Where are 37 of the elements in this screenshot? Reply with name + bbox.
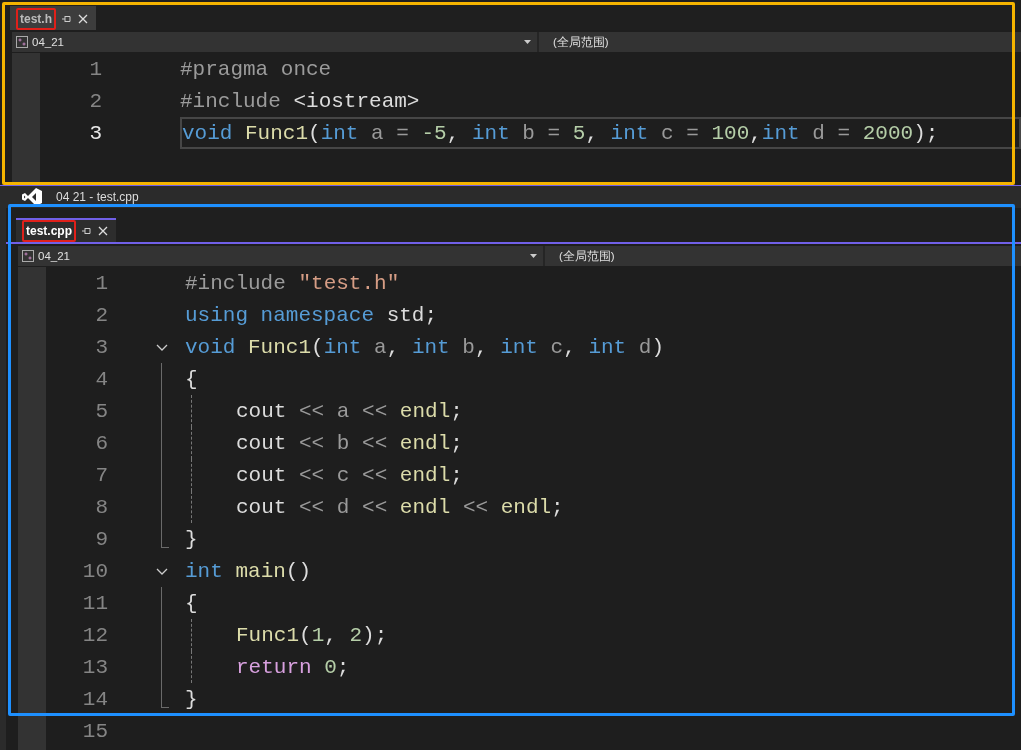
code-line: #pragma once (180, 57, 332, 81)
close-icon[interactable] (78, 14, 88, 24)
code-line: using namespace std; (185, 303, 438, 327)
code-line: cout << c << endl; (236, 463, 463, 487)
pin-icon[interactable] (62, 15, 72, 23)
project-name: 04_21 (32, 36, 64, 48)
scope-dropdown[interactable]: (全局范围) (539, 32, 609, 52)
editor-tab[interactable]: test.h (10, 6, 96, 30)
code-line: Func1(1, 2); (236, 623, 388, 647)
tab-label: test.cpp (22, 220, 76, 242)
code-line: { (185, 367, 198, 391)
project-icon (22, 250, 34, 262)
code-line: cout << b << endl; (236, 431, 463, 455)
code-line: return 0; (236, 655, 350, 679)
code-line: #include <iostream> (180, 89, 420, 113)
project-name: 04_21 (38, 250, 70, 262)
code-line: { (185, 591, 198, 615)
code-line: int main() (185, 559, 312, 583)
code-line: void Func1(int a = -5, int b = 5, int c = 100,int d = 2000); (182, 121, 939, 145)
project-icon (16, 36, 28, 48)
window-title: 04 21 - test.cpp (56, 190, 139, 204)
code-line: void Func1(int a, int b, int c, int d) (185, 335, 665, 359)
caret-icon (530, 254, 537, 258)
close-icon[interactable] (98, 226, 108, 236)
editor-tab[interactable]: test.cpp (16, 218, 116, 242)
pin-icon[interactable] (82, 227, 92, 235)
code-line: } (185, 687, 198, 711)
code-line: } (185, 527, 198, 551)
code-line: cout << d << endl << endl; (236, 495, 564, 519)
logo-icon (22, 188, 42, 206)
caret-icon (524, 40, 531, 44)
code-line: #include "test.h" (185, 271, 400, 295)
code-line: cout << a << endl; (236, 399, 463, 423)
scope-dropdown[interactable]: (全局范围) (545, 246, 615, 266)
tab-label: test.h (16, 8, 56, 30)
collapse-icon[interactable] (156, 344, 168, 351)
collapse-icon[interactable] (156, 568, 168, 575)
